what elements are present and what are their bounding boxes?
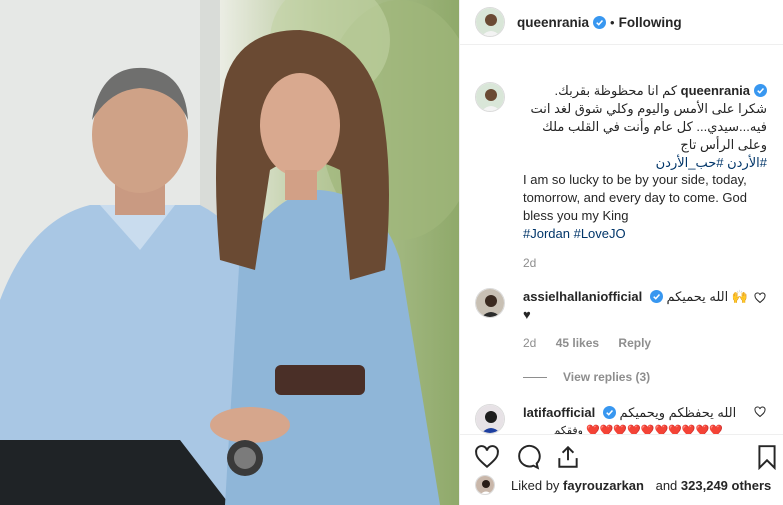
comment-likes[interactable]: 45 likes — [556, 336, 599, 350]
comment-text: الله يحفظكم ويحميكم — [619, 405, 737, 420]
post-image — [0, 0, 459, 505]
caption-username[interactable]: queenrania — [681, 83, 767, 98]
comment-time: 2d — [523, 336, 537, 350]
comment-text-line2: ♥ — [523, 307, 531, 322]
caption-english-text: I am so lucky to be by your side, today,… — [523, 171, 753, 243]
action-bar — [460, 434, 783, 474]
caption-arabic-text: queenrania كم انا محظوظة بقربك. شكرا على… — [523, 82, 767, 172]
comment-item: assielhallaniofficial الله يحميكم 🙌 ♥ 2d… — [460, 270, 783, 384]
liker-username[interactable]: fayrouzarkan — [563, 478, 644, 493]
caption-english: I am so lucky to be by your side, today,… — [523, 172, 747, 223]
replies-divider — [523, 376, 547, 378]
liker-avatar[interactable] — [475, 475, 495, 495]
view-replies-button[interactable]: View replies (3) — [523, 370, 764, 384]
post-side-panel: queenrania • Following queenrania كم انا… — [459, 0, 783, 505]
comment-text-line2: ❤️❤️❤️❤️❤️❤️❤️❤️❤️❤️ وفقكم — [553, 425, 723, 434]
caption-english-hashtags[interactable]: #Jordan #LoveJO — [523, 226, 626, 241]
likes-text: Liked by fayrouzarkan and 323,249 others — [511, 477, 772, 493]
verified-badge-icon — [593, 15, 607, 29]
commenter-avatar[interactable] — [475, 288, 505, 318]
heart-icon[interactable] — [474, 444, 500, 470]
author-username[interactable]: queenrania — [517, 15, 589, 30]
verified-badge-icon — [649, 290, 663, 303]
comment-meta: 2d 45 likes Reply — [523, 336, 764, 350]
caption-arabic-hashtags[interactable]: #الأردن #حب_الأردن — [656, 155, 767, 170]
following-button[interactable]: Following — [619, 15, 682, 30]
commenter-username[interactable]: assielhallaniofficial — [523, 289, 642, 304]
commenter-avatar[interactable] — [475, 404, 505, 434]
bookmark-icon[interactable] — [754, 444, 780, 470]
comment-item: latifaofficial الله يحفظكم ويحميكم ❤️❤️❤… — [460, 384, 783, 434]
caption: queenrania كم انا محظوظة بقربك. شكرا على… — [460, 62, 783, 270]
view-replies-label: View replies (3) — [563, 370, 651, 384]
caption-time: 2d — [523, 256, 537, 270]
separator-dot: • — [610, 14, 615, 30]
post-photo[interactable] — [0, 0, 459, 505]
share-icon[interactable] — [555, 444, 581, 470]
verified-badge-icon — [754, 84, 767, 97]
likes-count[interactable]: 323,249 others — [681, 478, 771, 493]
likes-summary: Liked by fayrouzarkan and 323,249 others — [475, 475, 771, 495]
reply-button[interactable]: Reply — [618, 336, 651, 350]
comment-text: الله يحميكم 🙌 — [666, 289, 749, 304]
author-avatar[interactable] — [475, 7, 505, 37]
comment-like-heart-icon[interactable] — [754, 292, 766, 304]
verified-badge-icon — [602, 406, 616, 419]
comment-icon[interactable] — [515, 444, 541, 470]
comment-like-heart-icon[interactable] — [754, 406, 766, 418]
caption-avatar[interactable] — [475, 82, 505, 112]
comments-list[interactable]: queenrania كم انا محظوظة بقربك. شكرا على… — [460, 62, 783, 434]
commenter-username[interactable]: latifaofficial — [523, 405, 595, 420]
post-header: queenrania • Following — [460, 0, 783, 45]
